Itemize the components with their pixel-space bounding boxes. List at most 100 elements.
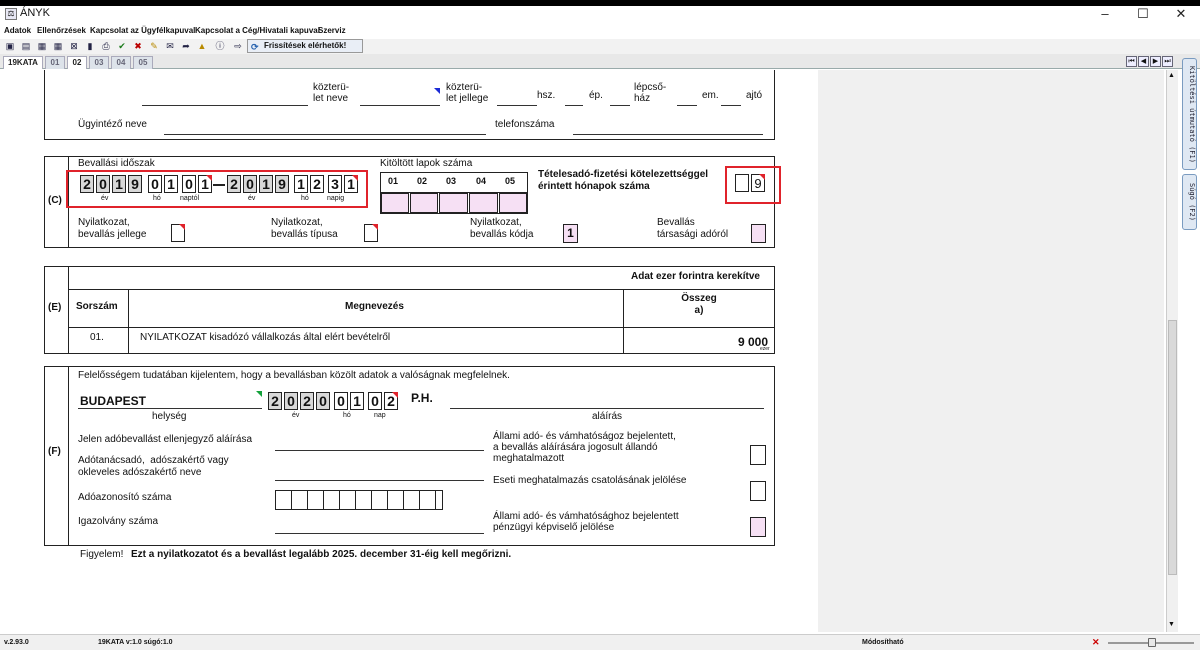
delete-icon[interactable]: ✖ <box>132 40 144 52</box>
em-label: em. <box>702 90 719 101</box>
pages-cell-05[interactable] <box>499 193 527 213</box>
menu-ellenorzesek[interactable]: Ellenőrzések <box>37 26 86 35</box>
months-label: Tételesadó-fizetési kötelezettséggel éri… <box>538 169 709 192</box>
city-field[interactable] <box>78 408 262 409</box>
city-value[interactable]: BUDAPEST <box>80 394 146 408</box>
send-icon[interactable]: ➦ <box>180 40 192 52</box>
lepcsohaz-label: lépcső- ház <box>634 82 667 104</box>
ep-field[interactable] <box>610 105 630 106</box>
minimize-icon[interactable]: – <box>1090 6 1120 23</box>
status-mode: Módosítható <box>862 639 904 646</box>
section-e-divider <box>68 266 69 354</box>
date-digit[interactable]: 2 <box>300 392 314 410</box>
date-digit[interactable]: 2 <box>268 392 282 410</box>
save-icon[interactable]: ▦ <box>36 40 48 52</box>
e-row-unit: ezer <box>760 346 770 352</box>
sub-napig: napig <box>327 195 345 202</box>
prev-page-icon[interactable]: ◀ <box>1138 56 1149 67</box>
adoazonosito-field[interactable] <box>275 490 443 510</box>
months-highlight <box>725 166 781 204</box>
pages-cell-01[interactable] <box>381 193 409 213</box>
street-name-field[interactable] <box>360 105 440 106</box>
figyelem-label: Figyelem! <box>80 549 124 560</box>
mail-icon[interactable]: ✉ <box>164 40 176 52</box>
zoom-slider-thumb[interactable] <box>1148 638 1156 647</box>
ellenjegyzo-label: Jelen adóbevallást ellenjegyző aláírása <box>78 434 253 445</box>
scroll-thumb[interactable] <box>1168 320 1177 575</box>
igazolvany-field[interactable] <box>275 533 484 534</box>
scroll-down-icon[interactable]: ▼ <box>1168 621 1175 628</box>
close-icon[interactable]: ✕ <box>1166 6 1196 23</box>
vertical-scrollbar[interactable]: ▲ ▼ <box>1166 70 1178 632</box>
eseti-checkbox[interactable] <box>750 481 766 501</box>
ellenjegyzo-field[interactable] <box>275 450 484 451</box>
window-title: ÁNYK <box>20 7 50 19</box>
date-digit[interactable]: 0 <box>368 392 382 410</box>
e-header-line <box>68 289 775 290</box>
ugyintezo-field[interactable] <box>164 134 486 135</box>
tab-kitoltesi-utmutato[interactable]: Kitöltési útmutató (F1) <box>1182 58 1197 170</box>
sub-ho: hó <box>343 412 351 419</box>
hsz-field[interactable] <box>565 105 583 106</box>
date-digit[interactable]: 0 <box>284 392 298 410</box>
tab-19kata[interactable]: 19KATA <box>3 56 43 69</box>
menu-ugyfelkapu[interactable]: Kapcsolat az Ügyfélkapuval <box>90 26 195 35</box>
tab-04[interactable]: 04 <box>111 56 131 69</box>
ph-label: P.H. <box>411 391 433 405</box>
sub-nap: nap <box>374 412 386 419</box>
lepcsohaz-field[interactable] <box>677 105 697 106</box>
tab-05[interactable]: 05 <box>133 56 153 69</box>
section-e-letter: (E) <box>48 302 62 313</box>
tab-01[interactable]: 01 <box>45 56 65 69</box>
allami2-checkbox[interactable] <box>750 517 766 537</box>
last-page-icon[interactable]: ⏭ <box>1162 56 1173 67</box>
maximize-icon[interactable]: ☐ <box>1128 6 1158 23</box>
stamp-icon[interactable]: ▲ <box>196 40 208 52</box>
address-field-1[interactable] <box>142 105 308 106</box>
print-icon[interactable]: ⎙ <box>100 40 112 52</box>
import-icon[interactable]: ⊠ <box>68 40 80 52</box>
menu-bar: Adatok Ellenőrzések Kapcsolat az Ügyfélk… <box>0 23 1200 39</box>
em-field[interactable] <box>721 105 741 106</box>
menu-szerviz[interactable]: Szerviz <box>318 26 346 35</box>
tarsasagi-field[interactable] <box>751 224 766 243</box>
info-icon[interactable]: ⓘ <box>214 40 226 52</box>
book-icon[interactable]: ▮ <box>84 40 96 52</box>
pages-cell-03[interactable] <box>439 193 468 213</box>
menu-adatok[interactable]: Adatok <box>4 26 31 35</box>
form-page: közterü- let neve közterü- let jellege h… <box>0 70 818 632</box>
adotanacsado-field[interactable] <box>275 480 484 481</box>
check-icon[interactable]: ✔ <box>116 40 128 52</box>
date-digit[interactable]: 0 <box>316 392 330 410</box>
nyil-kodja-field[interactable]: 1 <box>563 224 578 243</box>
date-digit[interactable]: 1 <box>350 392 364 410</box>
error-icon[interactable]: ✕ <box>1092 637 1104 648</box>
first-page-icon[interactable]: ⏮ <box>1126 56 1137 67</box>
telefon-field[interactable] <box>573 134 763 135</box>
nyil-jellege-label: Nyilatkozat, bevallás jellege <box>78 217 147 240</box>
e-col-osszeg: Összeg a) <box>681 293 717 316</box>
street-kind-field[interactable] <box>497 105 537 106</box>
menu-cegkapu[interactable]: Kapcsolat a Cég/Hivatali kapuval <box>195 26 320 35</box>
updates-button[interactable]: ⟳ Frissítések elérhetők! <box>247 39 363 53</box>
pages-cell-04[interactable] <box>469 193 498 213</box>
sign-icon[interactable]: ✎ <box>148 40 160 52</box>
pages-col-03: 03 <box>446 176 457 186</box>
tab-03[interactable]: 03 <box>89 56 109 69</box>
scroll-up-icon[interactable]: ▲ <box>1168 72 1175 79</box>
forward-icon[interactable]: ⇨ <box>232 40 244 52</box>
eseti-label: Eseti meghatalmazás csatolásának jelölés… <box>493 475 687 486</box>
signature-line <box>450 408 764 409</box>
date-digit[interactable]: 0 <box>334 392 348 410</box>
open-icon[interactable]: ▤ <box>20 40 32 52</box>
new-icon[interactable]: ▣ <box>4 40 16 52</box>
allami1-checkbox[interactable] <box>750 445 766 465</box>
tab-sugo[interactable]: Súgó (F2) <box>1182 174 1197 230</box>
pages-cell-02[interactable] <box>410 193 438 213</box>
e-row-text: NYILATKOZAT kisadózó vállalkozás által e… <box>140 332 391 343</box>
tab-02[interactable]: 02 <box>67 56 87 69</box>
save-all-icon[interactable]: ▦ <box>52 40 64 52</box>
next-page-icon[interactable]: ▶ <box>1150 56 1161 67</box>
street-kind-label: közterü- let jellege <box>446 82 489 104</box>
field-marker <box>392 392 398 398</box>
